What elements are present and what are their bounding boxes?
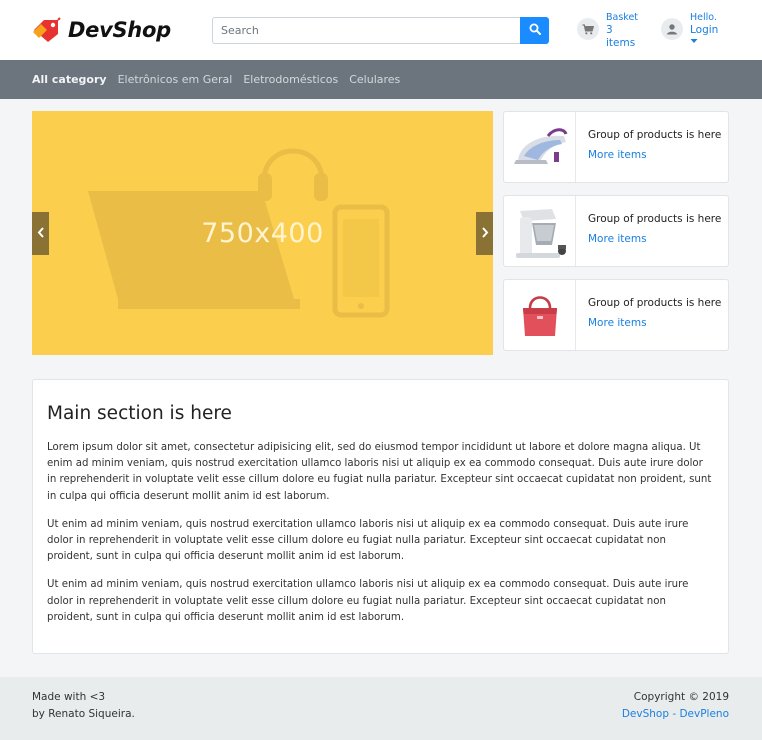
- footer-copyright: Copyright © 2019: [633, 691, 729, 703]
- login-label: Login: [690, 24, 719, 36]
- basket-title: Basket: [606, 12, 639, 23]
- basket-unit: items: [606, 37, 636, 49]
- nav-item-eletronicos[interactable]: Eletrônicos em Geral: [118, 73, 233, 86]
- more-items-link[interactable]: More items: [588, 317, 721, 330]
- main-section: Main section is here Lorem ipsum dolor s…: [32, 379, 729, 654]
- card-title: Group of products is here: [588, 129, 722, 141]
- login-greeting: Hello.: [690, 12, 717, 23]
- product-group-card: Group of products is here More items: [503, 195, 729, 267]
- more-items-link[interactable]: More items: [588, 233, 721, 246]
- chevron-right-icon: [481, 226, 489, 241]
- carousel-next-button[interactable]: [476, 212, 493, 255]
- product-group-card: Group of products is here More items: [503, 279, 729, 351]
- footer-copyright-block: Copyright © 2019 DevShop - DevPleno: [622, 689, 729, 723]
- more-items-link[interactable]: More items: [588, 149, 721, 162]
- basket-text: Basket 3 items: [606, 11, 638, 50]
- main-section-title: Main section is here: [47, 403, 232, 424]
- nav-item-all-category[interactable]: All category: [32, 73, 107, 86]
- main-paragraph: Lorem ipsum dolor sit amet, consectetur …: [47, 442, 712, 502]
- search-icon: [529, 23, 541, 38]
- carousel-placeholder-label: 750x400: [201, 217, 324, 249]
- card-title: Group of products is here: [588, 297, 722, 309]
- main-paragraph: Ut enim ad minim veniam, quis nostrud ex…: [47, 579, 689, 623]
- hero-carousel: 750x400: [32, 111, 493, 355]
- user-icon: [661, 18, 683, 40]
- search-input[interactable]: [212, 17, 520, 44]
- login-link[interactable]: Hello. Login: [661, 11, 718, 45]
- card-title: Group of products is here: [588, 213, 722, 225]
- footer-devshop-link[interactable]: DevShop - DevPleno: [622, 706, 729, 723]
- category-nav: All category Eletrônicos em Geral Eletro…: [0, 60, 762, 99]
- search-bar: [212, 17, 549, 44]
- login-text: Hello. Login: [690, 11, 718, 45]
- main-paragraph: Ut enim ad minim veniam, quis nostrud ex…: [47, 518, 689, 563]
- basket-link[interactable]: Basket 3 items: [577, 11, 638, 50]
- product-group-card: Group of products is here More items: [503, 111, 729, 183]
- footer-credits: Made with <3 by Renato Siqueira.: [32, 689, 135, 723]
- logo[interactable]: DevShop: [32, 16, 171, 44]
- search-button[interactable]: [520, 17, 549, 44]
- logo-text: DevShop: [68, 18, 171, 42]
- stand-mixer-image: [504, 196, 576, 266]
- cart-icon: [577, 18, 599, 40]
- header: DevShop Basket 3 items: [0, 0, 762, 60]
- footer-made-with: Made with <3: [32, 691, 106, 703]
- nav-item-eletrodomesticos[interactable]: Eletrodomésticos: [243, 73, 338, 86]
- caret-down-icon: [690, 37, 718, 45]
- footer-author: by Renato Siqueira.: [32, 708, 135, 720]
- footer: Made with <3 by Renato Siqueira. Copyrig…: [0, 677, 762, 740]
- chevron-left-icon: [37, 226, 45, 241]
- steam-iron-image: [504, 112, 576, 182]
- handbag-image: [504, 280, 576, 350]
- nav-item-celulares[interactable]: Celulares: [349, 73, 400, 86]
- price-tag-icon: [32, 17, 62, 43]
- carousel-prev-button[interactable]: [32, 212, 49, 255]
- basket-count: 3: [606, 24, 613, 36]
